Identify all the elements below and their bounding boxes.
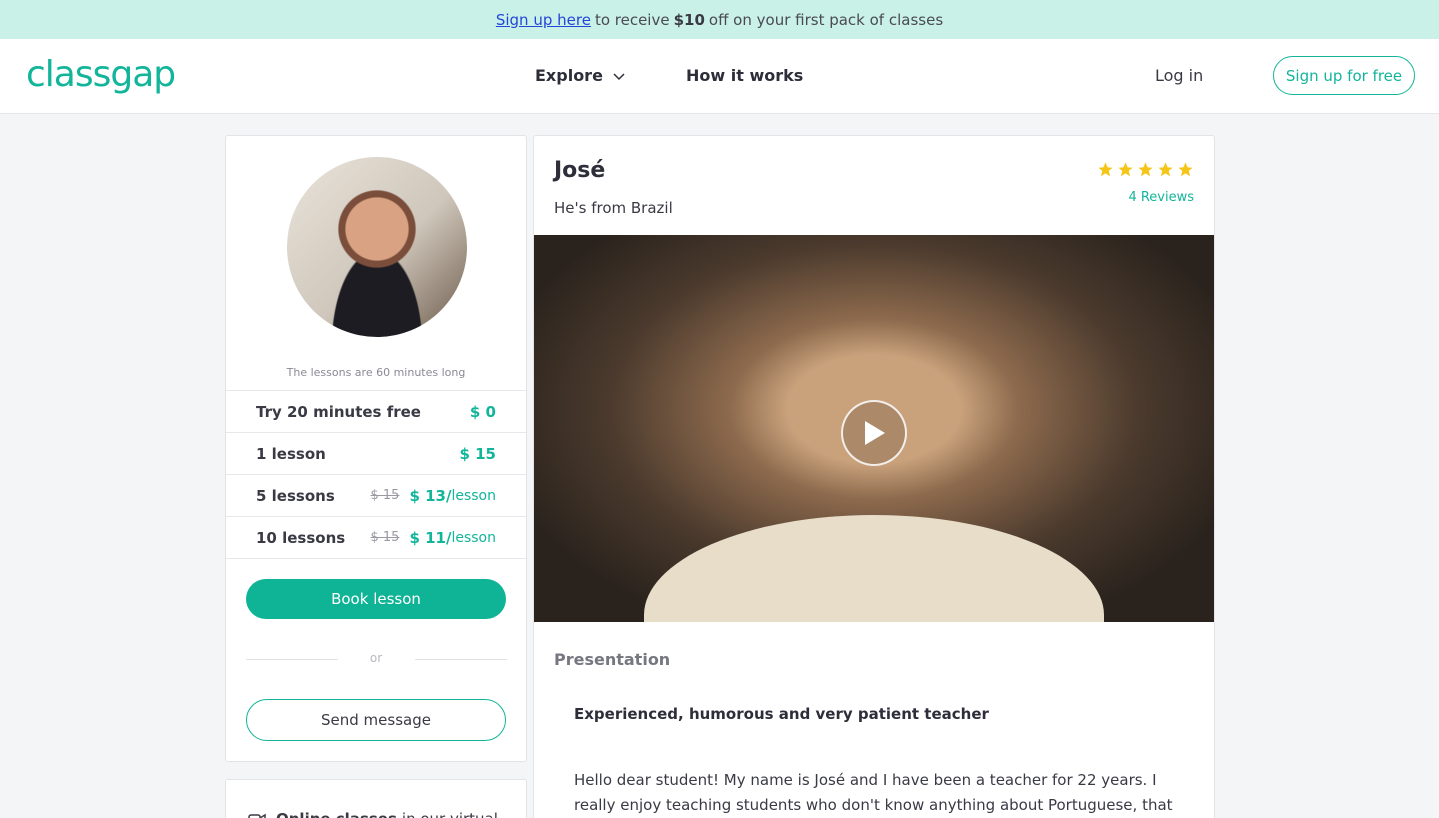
price-value: $ 11/ (409, 528, 452, 547)
online-classes-bold: Online classes (276, 810, 397, 818)
intro-video[interactable] (534, 235, 1214, 622)
play-icon (865, 421, 885, 445)
price-label: 10 lessons (256, 528, 346, 547)
video-frame (644, 515, 1104, 622)
teacher-avatar (287, 157, 467, 337)
price-label: 5 lessons (256, 486, 335, 505)
or-separator: or (369, 651, 383, 665)
teacher-profile-card: José He's from Brazil 4 Reviews Presenta… (533, 135, 1215, 818)
reviews-link[interactable]: 4 Reviews (1128, 190, 1194, 205)
price-label: 1 lesson (256, 444, 326, 463)
nav-explore-label: Explore (535, 66, 603, 85)
send-message-button[interactable]: Send message (246, 699, 506, 741)
online-classes-info: Online classes in our virtual (248, 810, 498, 818)
presentation-headline: Experienced, humorous and very patient t… (574, 705, 989, 723)
price-old: $ 15 (370, 488, 400, 503)
price-row-trial[interactable]: Try 20 minutes free $ 0 (226, 390, 526, 432)
rating-stars (1097, 161, 1194, 178)
presentation-body: Hello dear student! My name is José and … (574, 771, 1173, 814)
play-button[interactable] (841, 400, 907, 466)
site-header: classgap Explore How it works Log in Sig… (0, 39, 1439, 114)
video-camera-icon (248, 813, 266, 818)
teacher-name: José (554, 158, 606, 183)
price-value: $ 13/ (409, 486, 452, 505)
price-row-10-lessons[interactable]: 10 lessons $ 15 $ 11/lesson (226, 516, 526, 558)
divider (226, 558, 526, 559)
chevron-down-icon (612, 72, 625, 80)
logo[interactable]: classgap (26, 57, 176, 93)
signup-link[interactable]: Sign up here (496, 11, 591, 29)
promo-text-pre: to receive (594, 10, 670, 29)
star-icon (1098, 162, 1113, 177)
signup-button[interactable]: Sign up for free (1273, 56, 1415, 95)
price-value: $ 0 (469, 402, 496, 421)
promo-amount: $10 (673, 10, 705, 29)
online-classes-card: Online classes in our virtual (225, 779, 527, 818)
divider (415, 659, 507, 660)
price-row-1-lesson[interactable]: 1 lesson $ 15 (226, 432, 526, 474)
star-icon (1138, 162, 1153, 177)
booking-card: The lessons are 60 minutes long Try 20 m… (225, 135, 527, 762)
price-value: $ 15 (459, 444, 496, 463)
nav-how-it-works[interactable]: How it works (686, 66, 803, 85)
presentation-heading: Presentation (554, 650, 671, 669)
login-link[interactable]: Log in (1155, 66, 1203, 85)
star-icon (1178, 162, 1193, 177)
price-label: Try 20 minutes free (256, 402, 421, 421)
star-icon (1158, 162, 1173, 177)
online-classes-text: in our virtual (402, 810, 498, 818)
book-lesson-button[interactable]: Book lesson (246, 579, 506, 619)
price-unit: lesson (451, 487, 496, 504)
promo-banner: Sign up here to receive $10 off on your … (0, 0, 1439, 39)
price-unit: lesson (451, 529, 496, 546)
price-row-5-lessons[interactable]: 5 lessons $ 15 $ 13/lesson (226, 474, 526, 516)
nav-explore[interactable]: Explore (535, 66, 625, 85)
star-icon (1118, 162, 1133, 177)
teacher-origin: He's from Brazil (554, 199, 673, 217)
price-old: $ 15 (370, 530, 400, 545)
lesson-duration-note: The lessons are 60 minutes long (286, 366, 466, 379)
promo-text-post: off on your first pack of classes (708, 10, 944, 29)
